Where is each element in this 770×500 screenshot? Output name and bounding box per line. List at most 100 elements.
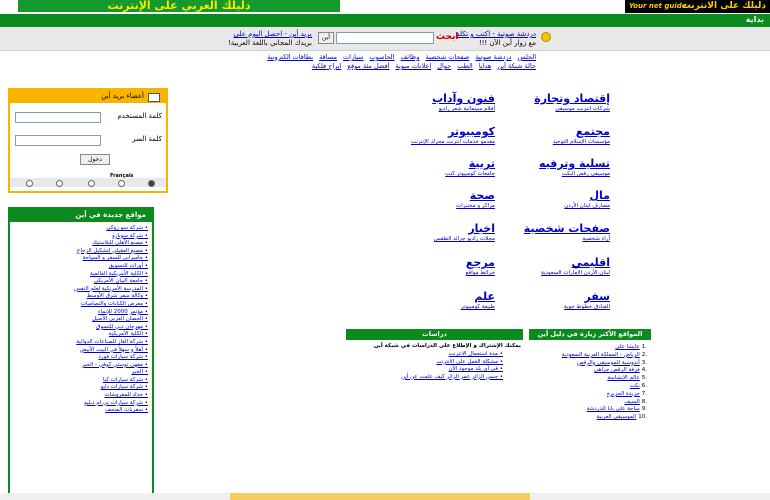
list-item[interactable]: مشكلة العمل على الانترنت xyxy=(346,359,503,367)
service-link[interactable]: مساقة xyxy=(319,53,337,61)
list-item[interactable]: أورات للتسويق xyxy=(10,263,148,271)
language-radio-selected[interactable] xyxy=(148,180,155,187)
category-subs[interactable]: شركات انترنت موسيقى xyxy=(510,106,610,112)
service-link[interactable]: هدايا xyxy=(479,62,491,70)
category-title[interactable]: كومبيوتر xyxy=(395,125,495,138)
list-item[interactable]: الخبر xyxy=(10,369,148,377)
service-link[interactable]: أفضل مئة موقع xyxy=(348,62,390,70)
list-item[interactable]: حداد للمفروشات xyxy=(10,392,148,400)
list-item[interactable]: الحصان العربي الأصيل xyxy=(10,316,148,324)
list-item[interactable]: وكالة سفر شرق الأوسط xyxy=(10,293,148,301)
category-title[interactable]: تربية xyxy=(405,157,495,170)
category-title[interactable]: صحة xyxy=(405,189,495,202)
list-item[interactable]: شركة سيارات فورد xyxy=(10,354,148,362)
go-button[interactable]: أين xyxy=(318,32,334,44)
list-item[interactable]: شركة سيارات دايو xyxy=(10,384,148,392)
service-link[interactable]: الطب xyxy=(457,62,473,70)
category-subs[interactable]: موسيقى رقص النكت xyxy=(510,171,610,177)
category-society[interactable]: مجتمع مؤسسات الإسلام التوحيد xyxy=(510,125,610,145)
category-title[interactable]: تسلية وترفيه xyxy=(510,157,610,170)
category-title[interactable]: مال xyxy=(510,189,611,202)
list-item[interactable]: .9ساحة على بابا للدردشة xyxy=(529,406,647,414)
list-item[interactable]: أهلاً و سهلاً في البيت الأبيض xyxy=(10,347,148,355)
category-education[interactable]: تربية جامعات كومبيوتر كتب xyxy=(405,157,495,177)
login-button[interactable]: دخول xyxy=(80,154,110,165)
category-title[interactable]: اخبار xyxy=(405,222,495,235)
service-link[interactable]: اعلانات مبوبة xyxy=(396,62,432,70)
category-subs[interactable]: لبنان الأردن الإمارات السعودية xyxy=(500,270,610,276)
language-radio[interactable] xyxy=(88,180,95,187)
list-item[interactable]: شركة سو زوكي xyxy=(10,225,148,233)
list-item[interactable]: .1عايشا علي xyxy=(529,344,647,352)
category-title[interactable]: صفحات شخصية xyxy=(500,222,610,235)
category-title[interactable]: سفر xyxy=(510,290,610,303)
category-news[interactable]: اخبار مجلات راديو جرائد الطقس xyxy=(405,222,495,242)
list-item[interactable]: مقهى توستي كوفي - الخبر xyxy=(10,362,148,370)
category-science[interactable]: علم طبيعة كومبيوتر xyxy=(405,290,495,310)
language-radio[interactable] xyxy=(56,180,63,187)
list-item[interactable]: الكلية الأمريكية xyxy=(10,331,148,339)
category-subs[interactable]: آراء شخصية xyxy=(500,236,610,242)
list-item[interactable]: في أي بلد موجود الآن xyxy=(346,366,503,374)
list-item[interactable]: مدة استعمال الانترنت xyxy=(346,351,503,359)
service-link[interactable]: صفحات شخصية xyxy=(425,53,469,61)
category-subs[interactable]: مصارف لبنان الأردن xyxy=(510,203,610,209)
category-title[interactable]: فنون وآداب xyxy=(405,92,495,105)
service-link[interactable]: ابراج فلكية xyxy=(312,62,342,70)
category-title[interactable]: اقليمي xyxy=(500,256,610,269)
home-link[interactable]: بداية xyxy=(746,15,764,24)
list-item[interactable]: جامعة البيان الأمريكي xyxy=(10,278,148,286)
list-item[interactable]: مؤتمر 2000 للإنماء xyxy=(10,309,148,317)
language-radio[interactable] xyxy=(118,180,125,187)
category-subs[interactable]: الفنادق خطوط جوية xyxy=(510,304,610,310)
service-link[interactable]: الحاسوب xyxy=(370,53,395,61)
service-link[interactable]: الحلس xyxy=(518,53,536,61)
list-item[interactable]: جنس الزائر عمر الزائر كيف علمت عن أين xyxy=(346,374,503,382)
list-item[interactable]: .2الرياض - المملكة العربية السعودية xyxy=(529,352,647,360)
list-item[interactable]: .7جريدة الجزيرة xyxy=(529,391,647,399)
list-item[interactable]: .10الموسيقى العربية xyxy=(529,414,647,422)
category-entertainment[interactable]: تسلية وترفيه موسيقى رقص النكت xyxy=(510,157,610,177)
category-subs[interactable]: جامعات كومبيوتر كتب xyxy=(405,171,495,177)
category-title[interactable]: إقتصاد وتجارة xyxy=(510,92,610,105)
category-subs[interactable]: أفلام سينمائية شعر راديو xyxy=(405,106,495,112)
list-item[interactable]: مصنع العقيلي لتشكيل الزجاج xyxy=(10,248,148,256)
service-link[interactable]: حالة شبكة أين xyxy=(497,62,536,70)
list-item[interactable]: جاميرابي للسفر و السياحة xyxy=(10,255,148,263)
list-item[interactable]: .4فرقة الرقص جراهي xyxy=(529,367,647,375)
category-subs[interactable]: مجلات راديو جرائد الطقس xyxy=(405,236,495,242)
category-money[interactable]: مال مصارف لبنان الأردن xyxy=(510,189,610,209)
search-input[interactable] xyxy=(336,32,434,44)
username-input[interactable] xyxy=(15,112,101,123)
list-item[interactable]: معرض الكتابات والتصاميات xyxy=(10,301,148,309)
category-subs[interactable]: مراكز و مختبرات xyxy=(405,203,495,209)
list-item[interactable]: .3أندوسية للموسيقى والرقص xyxy=(529,360,647,368)
list-item[interactable]: سفريات المنحف xyxy=(10,407,148,415)
category-economy[interactable]: إقتصاد وتجارة شركات انترنت موسيقى xyxy=(510,92,610,112)
category-regional[interactable]: اقليمي لبنان الأردن الإمارات السعودية xyxy=(500,256,610,276)
category-reference[interactable]: مرجع خرائط مواقع xyxy=(405,256,495,276)
site-logo[interactable]: Your net guide دليلك على الانترنت xyxy=(625,0,770,13)
category-health[interactable]: صحة مراكز و مختبرات xyxy=(405,189,495,209)
mail-promo-link[interactable]: بريد أين - احصل اليوم على xyxy=(200,30,312,38)
category-subs[interactable]: مقدمو خدمات انترنت محرك الإنترنت xyxy=(395,139,495,145)
list-item[interactable]: شركة سيارات بي ام دبليو xyxy=(10,400,148,408)
service-link[interactable]: جوال xyxy=(437,62,451,70)
service-link[interactable]: وظائف xyxy=(401,53,420,61)
service-link[interactable]: دردشة صوتية xyxy=(475,53,511,61)
category-title[interactable]: مرجع xyxy=(405,256,495,269)
category-personal-pages[interactable]: صفحات شخصية آراء شخصية xyxy=(500,222,610,242)
category-computer[interactable]: كومبيوتر مقدمو خدمات انترنت محرك الإنترن… xyxy=(395,125,495,145)
category-title[interactable]: علم xyxy=(405,290,495,303)
footer-banner[interactable] xyxy=(230,493,530,500)
service-link[interactable]: سيارات xyxy=(343,53,363,61)
language-radio[interactable] xyxy=(26,180,33,187)
service-link[interactable]: بطاقات الكترونية xyxy=(267,53,313,61)
category-travel[interactable]: سفر الفنادق خطوط جوية xyxy=(510,290,610,310)
search-button[interactable]: ابحث xyxy=(436,32,458,42)
password-input[interactable] xyxy=(15,135,101,146)
list-item[interactable]: .8السيف xyxy=(529,399,647,407)
category-title[interactable]: مجتمع xyxy=(510,125,610,138)
list-item[interactable]: مصنع الأهلي للبلاستيك xyxy=(10,240,148,248)
category-subs[interactable]: مؤسسات الإسلام التوحيد xyxy=(510,139,610,145)
